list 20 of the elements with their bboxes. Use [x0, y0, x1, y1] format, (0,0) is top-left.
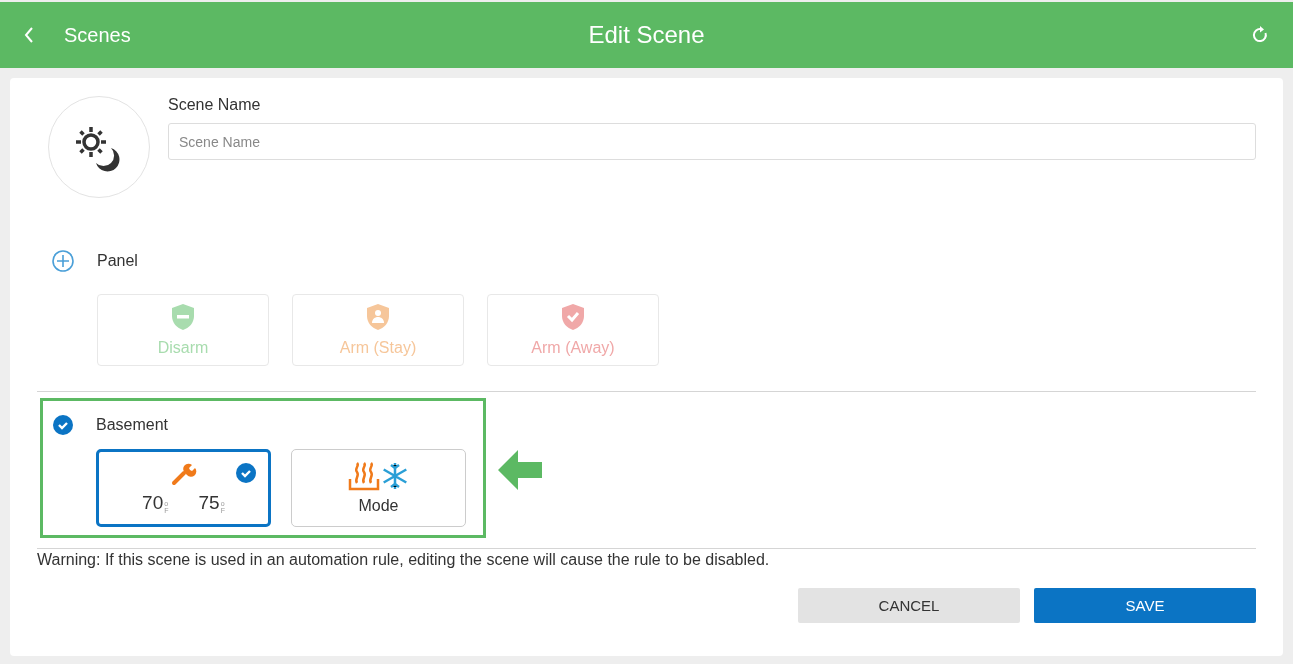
save-button[interactable]: SAVE — [1034, 588, 1256, 623]
shield-icon — [366, 303, 390, 331]
wrench-icon — [170, 462, 197, 486]
mode-tile[interactable]: Mode — [291, 449, 466, 527]
field-label: Scene Name — [168, 96, 262, 114]
section-label: Basement — [96, 416, 169, 434]
back-button[interactable]: Scenes — [24, 23, 131, 47]
arrow-left-icon — [498, 450, 542, 490]
shield-icon — [561, 303, 585, 331]
shield-icon — [171, 303, 195, 331]
plus-circle-icon[interactable] — [52, 250, 74, 272]
heat-cool-icon — [347, 461, 410, 491]
page-title: Edit Scene — [588, 21, 705, 49]
scene-name-input[interactable]: Scene Name — [168, 123, 1256, 160]
warning-text: Warning: If this scene is used in an automation rule, editing the scene will cause the rule to be disabled. — [37, 551, 771, 569]
section-label: Panel — [97, 252, 138, 270]
cancel-button[interactable]: CANCEL — [798, 588, 1020, 623]
check-circle-icon[interactable] — [236, 463, 256, 483]
chevron-left-icon — [24, 26, 34, 44]
check-circle-icon[interactable] — [53, 415, 73, 435]
